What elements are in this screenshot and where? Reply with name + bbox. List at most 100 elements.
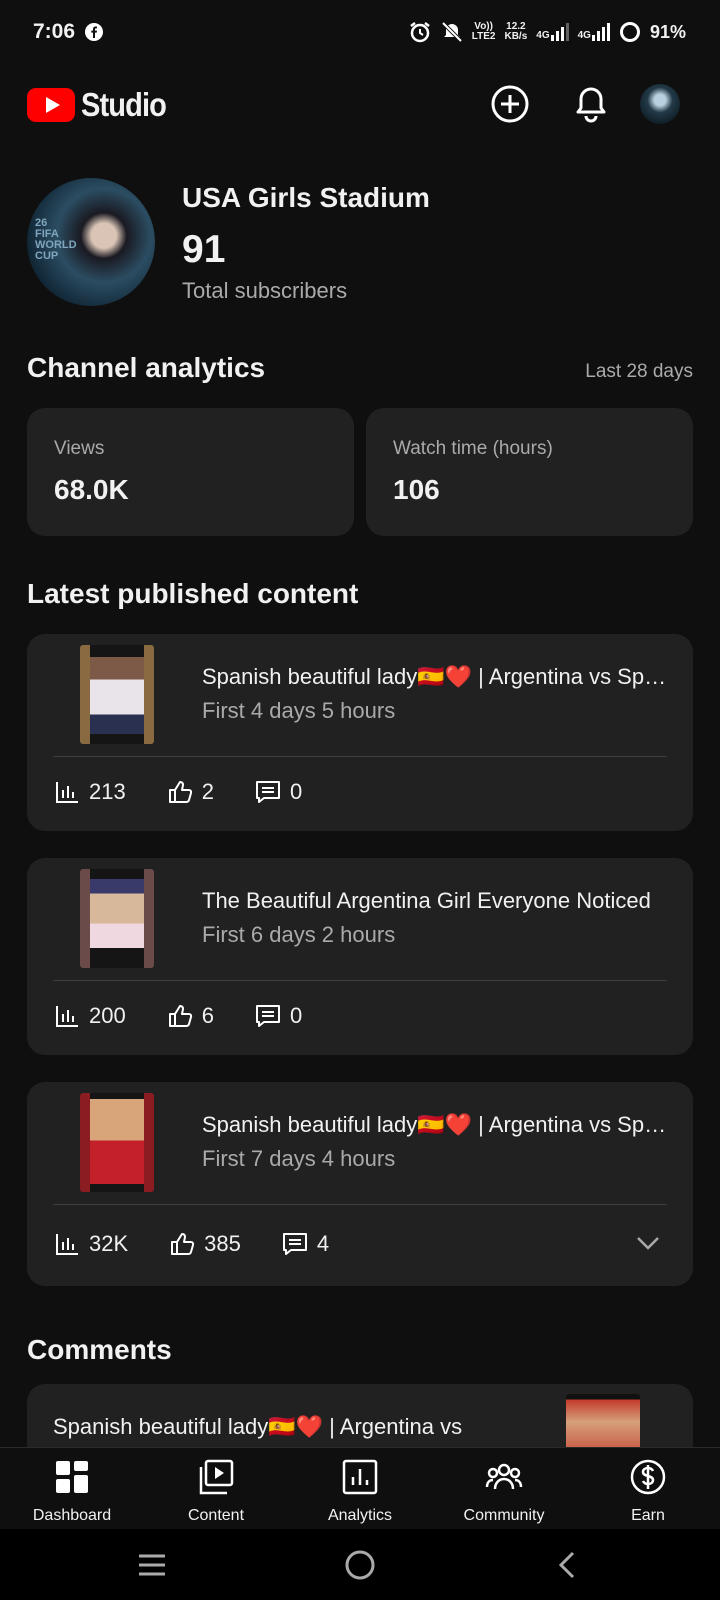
views-metric: 32K xyxy=(53,1230,128,1258)
logo-text: Studio xyxy=(81,86,167,123)
analytics-range: Last 28 days xyxy=(585,361,693,382)
nav-earn[interactable]: Earn xyxy=(576,1448,720,1530)
video-metrics: 32K 385 4 xyxy=(53,1224,369,1264)
likes-metric: 6 xyxy=(166,1002,214,1030)
video-card[interactable]: Spanish beautiful lady🇪🇸❤️ | Argentina v… xyxy=(27,1082,693,1286)
dashboard-icon xyxy=(56,1461,88,1493)
recent-apps-icon[interactable] xyxy=(134,1547,170,1583)
studio-logo[interactable]: Studio xyxy=(27,86,178,124)
youtube-play-icon xyxy=(27,88,75,122)
content-icon xyxy=(199,1459,234,1495)
video-title[interactable]: Spanish beautiful lady🇪🇸❤️ | Argentina v… xyxy=(202,1112,670,1138)
analytics-icon xyxy=(342,1459,378,1495)
comment-icon xyxy=(282,1233,307,1255)
views-count: 213 xyxy=(89,779,126,804)
battery-icon xyxy=(619,22,640,42)
create-icon[interactable] xyxy=(490,84,530,124)
comment-icon xyxy=(255,1005,280,1027)
nav-community[interactable]: Community xyxy=(432,1448,576,1530)
back-icon[interactable] xyxy=(550,1547,586,1583)
watch-time-card[interactable]: Watch time (hours) 106 xyxy=(366,408,693,536)
bar-chart-icon xyxy=(56,782,78,803)
likes-count: 385 xyxy=(204,1231,241,1256)
likes-metric: 2 xyxy=(166,778,214,806)
comments-title: Comments xyxy=(27,1334,172,1365)
bottom-nav: Dashboard Content Analytics Community Ea… xyxy=(0,1447,720,1529)
comments-count: 0 xyxy=(289,1003,303,1028)
nav-label: Dashboard xyxy=(32,1507,112,1524)
views-label: Views xyxy=(54,438,105,459)
subscriber-count: 91 xyxy=(182,228,226,271)
bar-chart-icon xyxy=(56,1234,78,1255)
divider xyxy=(53,1204,667,1205)
comment-icon xyxy=(255,781,280,803)
battery-percent: 91% xyxy=(649,21,686,42)
latest-content-title: Latest published content xyxy=(27,578,359,609)
divider xyxy=(53,756,667,757)
earn-icon xyxy=(630,1459,666,1495)
divider xyxy=(53,980,667,981)
views-metric: 200 xyxy=(53,1002,126,1030)
nav-analytics[interactable]: Analytics xyxy=(288,1448,432,1530)
video-card[interactable]: The Beautiful Argentina Girl Everyone No… xyxy=(27,858,693,1055)
video-card[interactable]: Spanish beautiful lady🇪🇸❤️ | Argentina v… xyxy=(27,634,693,831)
channel-avatar[interactable]: 26 FIFA WORLD CUP xyxy=(27,178,155,306)
account-avatar[interactable] xyxy=(640,84,680,124)
comment-video-title: Spanish beautiful lady🇪🇸❤️ | Argentina v… xyxy=(53,1414,463,1439)
comments-metric: 4 xyxy=(281,1230,329,1258)
video-thumbnail[interactable] xyxy=(80,1093,154,1192)
system-nav-bar xyxy=(0,1529,720,1600)
video-age: First 4 days 5 hours xyxy=(202,698,396,723)
video-age: First 7 days 4 hours xyxy=(202,1146,396,1171)
nav-label: Analytics xyxy=(327,1507,393,1524)
channel-analytics-title: Channel analytics xyxy=(27,352,266,383)
views-value: 68.0K xyxy=(54,474,129,505)
channel-header: 26 FIFA WORLD CUP USA Girls Stadium 91 Tota… xyxy=(27,178,693,308)
speed-indicator: 12.2 KB/s xyxy=(504,21,528,42)
views-metric: 213 xyxy=(53,778,126,806)
likes-count: 6 xyxy=(201,1003,214,1028)
video-age: First 6 days 2 hours xyxy=(202,922,396,947)
subscriber-label: Total subscribers xyxy=(182,278,348,303)
comments-metric: 0 xyxy=(254,778,302,806)
video-title[interactable]: Spanish beautiful lady🇪🇸❤️ | Argentina v… xyxy=(202,664,670,690)
likes-count: 2 xyxy=(201,779,214,804)
thumbs-up-icon xyxy=(171,1233,195,1255)
home-icon[interactable] xyxy=(342,1547,378,1583)
nav-label: Earn xyxy=(631,1507,665,1524)
likes-metric: 385 xyxy=(168,1230,241,1258)
watch-time-value: 106 xyxy=(393,474,440,505)
nav-content[interactable]: Content xyxy=(144,1448,288,1530)
channel-name: USA Girls Stadium xyxy=(182,182,430,213)
alarm-icon xyxy=(410,22,430,43)
volte-indicator: Vo)) LTE2 xyxy=(471,21,496,42)
status-bar: 7:06 Vo)) LTE2 12.2 KB/s 4G 4G 91% xyxy=(0,0,720,64)
mute-icon xyxy=(441,21,463,43)
community-icon xyxy=(485,1463,523,1490)
views-count: 32K xyxy=(89,1231,129,1256)
nav-dashboard[interactable]: Dashboard xyxy=(0,1448,144,1530)
signal-2-icon: 4G xyxy=(578,23,610,41)
facebook-icon xyxy=(85,23,104,41)
video-thumbnail[interactable] xyxy=(80,645,154,744)
video-metrics: 213 2 0 xyxy=(53,772,342,812)
comments-metric: 0 xyxy=(254,1002,302,1030)
chevron-down-icon[interactable] xyxy=(633,1228,663,1258)
views-count: 200 xyxy=(89,1003,126,1028)
watch-time-label: Watch time (hours) xyxy=(393,438,553,459)
comments-count: 4 xyxy=(316,1231,330,1256)
signal-1-icon: 4G xyxy=(536,23,569,41)
thumbs-up-icon xyxy=(168,1005,192,1027)
status-time: 7:06 xyxy=(33,20,76,43)
notifications-icon[interactable] xyxy=(571,84,611,124)
thumbs-up-icon xyxy=(168,781,192,803)
bar-chart-icon xyxy=(56,1006,78,1027)
app-bar: Studio xyxy=(0,74,720,134)
video-title[interactable]: The Beautiful Argentina Girl Everyone No… xyxy=(202,888,670,914)
video-thumbnail[interactable] xyxy=(80,869,154,968)
views-card[interactable]: Views 68.0K xyxy=(27,408,354,536)
video-metrics: 200 6 0 xyxy=(53,996,342,1036)
nav-label: Content xyxy=(187,1507,245,1524)
avatar-logo-text: 26 FIFA WORLD CUP xyxy=(35,217,77,262)
nav-label: Community xyxy=(463,1507,545,1524)
